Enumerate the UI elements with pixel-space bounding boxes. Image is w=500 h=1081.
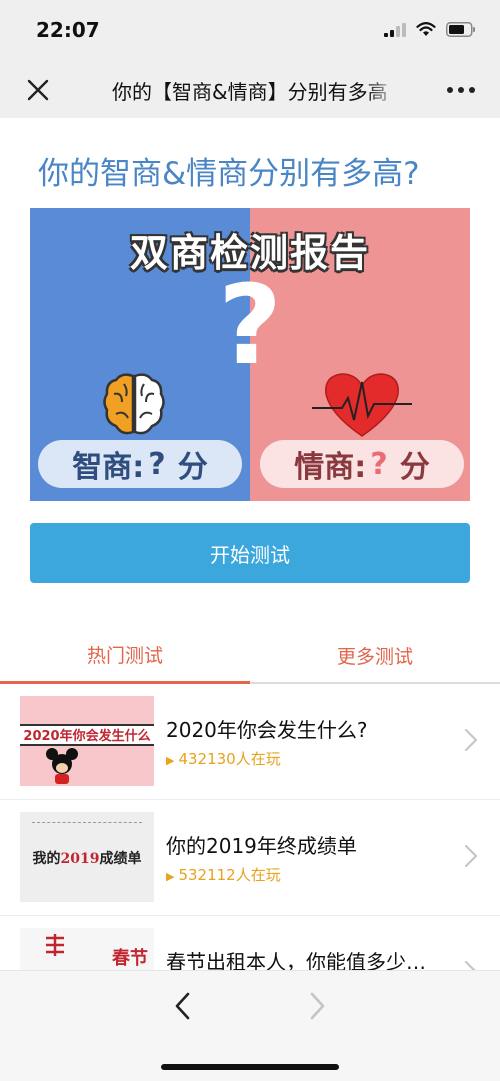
item-title: 你的2019年终成绩单: [166, 834, 357, 858]
thumbnail-text: 春节: [112, 948, 148, 969]
list-item[interactable]: 我的2019成绩单 你的2019年终成绩单 ▶ 532112人在玩: [0, 800, 500, 916]
thumbnail-text: 2020年你会发生什么: [20, 724, 154, 746]
back-arrow-icon[interactable]: [172, 991, 194, 1021]
iq-score-pill: 智商: ? 分: [38, 440, 242, 488]
status-time: 22:07: [36, 18, 100, 42]
iq-score: ?: [148, 446, 166, 482]
play-icon: ▶: [166, 754, 175, 767]
nav-title: 你的【智商&情商】分别有多高: [112, 76, 400, 104]
eq-unit: 分: [399, 450, 430, 485]
brain-icon: [103, 373, 165, 435]
start-test-button[interactable]: 开始测试: [30, 523, 470, 583]
play-icon: ▶: [166, 870, 175, 883]
quiz-banner[interactable]: 双商检测报告 ? 智商: ? 分 情商: ? 分: [30, 208, 470, 501]
banner-question-mark: ?: [218, 261, 282, 389]
eq-score-pill: 情商: ? 分: [260, 440, 464, 488]
page-heading: 你的智商&情商分别有多高?: [38, 156, 420, 192]
nav-bar: 你的【智商&情商】分别有多高: [0, 62, 500, 118]
list-item[interactable]: 春节 春节出租本人，你能值多少…: [0, 916, 500, 970]
chevron-right-icon: [464, 728, 478, 752]
status-icons: [384, 22, 476, 37]
forward-arrow-icon[interactable]: [306, 991, 328, 1021]
thumbnail-text-b: 2019: [60, 851, 100, 867]
ornament-icon: [46, 934, 64, 956]
chevron-right-icon: [464, 960, 476, 970]
page-content: 你的智商&情商分别有多高? 双商检测报告 ? 智商: ? 分 情商: ? 分 开…: [0, 118, 500, 970]
close-icon[interactable]: [22, 74, 54, 106]
heartbeat-icon: [312, 373, 412, 437]
players-count: 432130人在玩: [178, 750, 281, 768]
tab-more-tests[interactable]: 更多测试: [250, 628, 500, 682]
bottom-toolbar: [0, 970, 500, 1081]
iq-label: 智商:: [72, 450, 145, 485]
eq-score: ?: [370, 446, 388, 482]
thumbnail-text: 我的2019成绩单: [20, 848, 154, 868]
tab-hot-tests[interactable]: 热门测试: [0, 628, 250, 684]
status-bar: 22:07: [0, 0, 500, 62]
mickey-icon: [46, 748, 78, 784]
thumbnail-image: 2020年你会发生什么: [20, 696, 154, 786]
item-players: ▶ 432130人在玩: [166, 748, 281, 769]
battery-icon: [446, 22, 475, 37]
list-item[interactable]: 2020年你会发生什么 2020年你会发生什么? ▶ 432130人在玩: [0, 684, 500, 800]
thumbnail-text-a: 我的: [32, 851, 61, 867]
home-indicator[interactable]: [161, 1064, 339, 1070]
thumbnail-decoration: [32, 822, 142, 823]
eq-label: 情商:: [294, 450, 367, 485]
more-dots-icon[interactable]: [446, 78, 476, 102]
players-count: 532112人在玩: [178, 866, 281, 884]
wifi-icon: [416, 22, 436, 36]
signal-icon: [384, 22, 406, 37]
test-tabs: 热门测试 更多测试: [0, 628, 500, 684]
chevron-right-icon: [464, 844, 478, 868]
item-title: 春节出租本人，你能值多少…: [166, 950, 426, 970]
thumbnail-text-c: 成绩单: [99, 851, 142, 867]
item-players: ▶ 532112人在玩: [166, 864, 281, 885]
thumbnail-image: 我的2019成绩单: [20, 812, 154, 902]
iq-unit: 分: [177, 450, 208, 485]
item-title: 2020年你会发生什么?: [166, 718, 368, 742]
test-list: 2020年你会发生什么 2020年你会发生什么? ▶ 432130人在玩 我的20…: [0, 684, 500, 970]
thumbnail-image: 春节: [20, 928, 154, 970]
